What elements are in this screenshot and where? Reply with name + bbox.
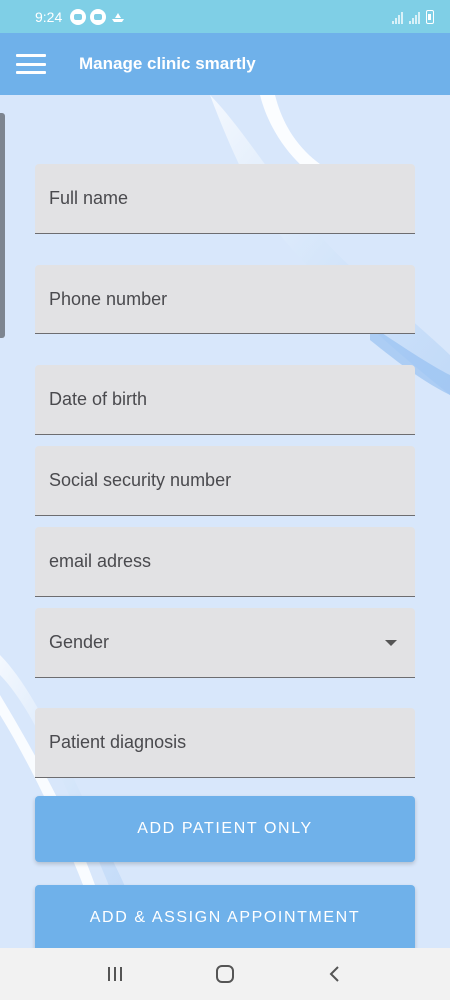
phone-number-field[interactable]: Phone number xyxy=(35,265,415,334)
recents-button[interactable] xyxy=(95,954,135,994)
system-navigation-bar xyxy=(0,948,450,1000)
full-name-placeholder: Full name xyxy=(49,188,129,208)
add-assign-appointment-button[interactable]: ADD & ASSIGN APPOINTMENT xyxy=(35,885,415,951)
gender-selected: Gender xyxy=(49,632,110,652)
home-icon xyxy=(216,965,234,983)
email-placeholder: email adress xyxy=(49,551,152,571)
recents-icon xyxy=(108,967,122,981)
scroll-indicator[interactable] xyxy=(0,113,5,338)
gender-dropdown[interactable]: Gender xyxy=(35,608,415,678)
app-title: Manage clinic smartly xyxy=(79,54,256,73)
boat-icon xyxy=(112,12,125,22)
hamburger-menu-icon xyxy=(16,54,46,74)
back-icon xyxy=(329,966,339,982)
ssn-placeholder: Social security number xyxy=(49,470,232,490)
phone-number-placeholder: Phone number xyxy=(49,288,168,309)
menu-button[interactable] xyxy=(0,33,62,95)
signal-icon xyxy=(409,11,420,24)
email-field[interactable]: email adress xyxy=(35,527,415,597)
system-status-icons xyxy=(392,9,434,24)
full-name-field[interactable]: Full name xyxy=(35,164,415,234)
date-of-birth-placeholder: Date of birth xyxy=(49,389,148,409)
date-of-birth-field[interactable]: Date of birth xyxy=(35,365,415,435)
back-button[interactable] xyxy=(315,954,355,994)
home-button[interactable] xyxy=(205,954,245,994)
status-time: 9:24 xyxy=(35,8,63,25)
patient-diagnosis-placeholder: Patient diagnosis xyxy=(49,732,187,752)
ssn-field[interactable]: Social security number xyxy=(35,446,415,516)
dropdown-arrow-icon xyxy=(385,639,397,646)
battery-icon xyxy=(426,9,434,24)
messenger-icon xyxy=(70,8,87,25)
notification-icons xyxy=(70,8,126,25)
app-bar: Manage clinic smartly xyxy=(0,33,450,95)
patient-diagnosis-field[interactable]: Patient diagnosis xyxy=(35,708,415,778)
messenger-icon xyxy=(90,8,107,25)
add-patient-only-button[interactable]: ADD PATIENT ONLY xyxy=(35,796,415,862)
signal-icon xyxy=(392,11,403,24)
status-bar: 9:24 xyxy=(0,0,450,33)
